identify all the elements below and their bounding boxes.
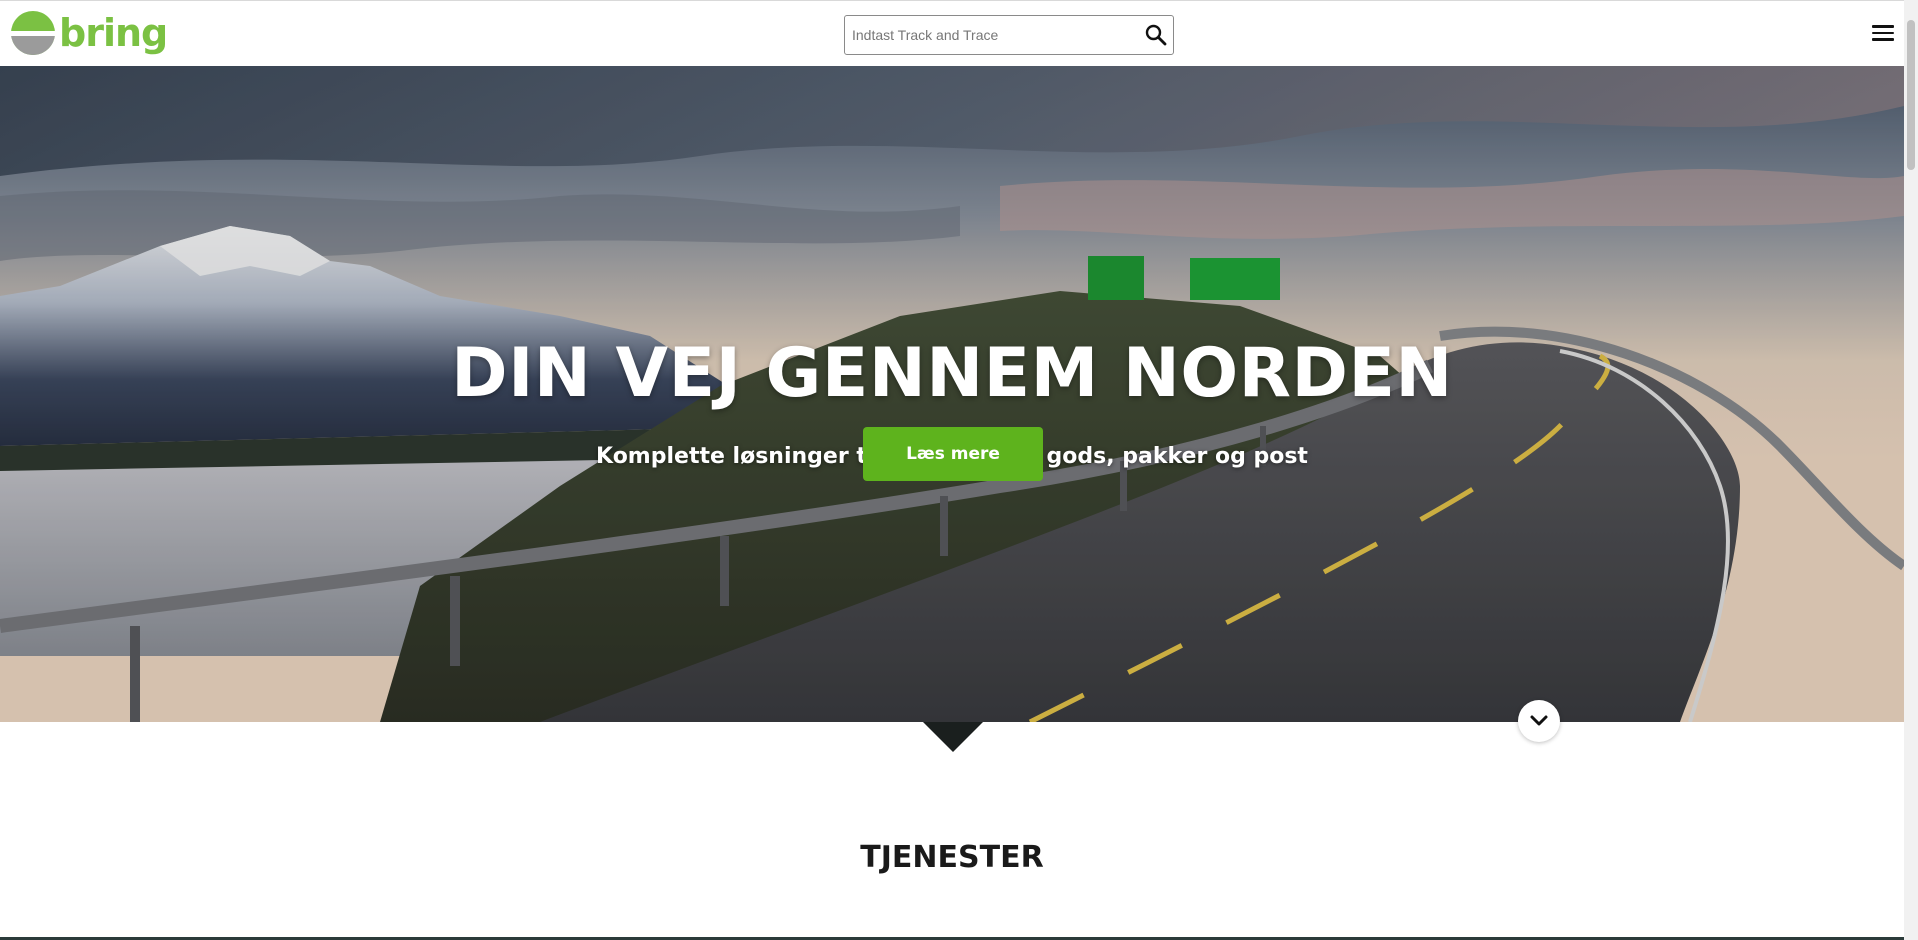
search-button[interactable]: [1143, 22, 1169, 48]
page-scrollbar[interactable]: [1904, 0, 1918, 940]
hero-pointer-arrow: [923, 722, 983, 752]
logo-wordmark: bring: [59, 11, 168, 55]
search-icon: [1145, 24, 1167, 46]
bring-logo[interactable]: bring: [9, 9, 168, 61]
track-and-trace-search: [844, 15, 1174, 55]
hero-title: DIN VEJ GENNEM NORDEN: [451, 334, 1453, 413]
hamburger-menu-icon[interactable]: [1872, 25, 1894, 45]
read-more-button[interactable]: Læs mere: [863, 427, 1043, 481]
logo-mark-icon: [9, 9, 57, 57]
chevron-down-icon: [1530, 715, 1548, 726]
top-header: bring: [0, 0, 1904, 66]
scroll-down-button[interactable]: [1518, 700, 1560, 742]
hero-banner: DIN VEJ GENNEM NORDEN Komplette løsninge…: [0, 66, 1904, 722]
services-section-title: TJENESTER: [860, 840, 1044, 875]
scrollbar-thumb[interactable]: [1907, 20, 1915, 170]
track-and-trace-input[interactable]: [846, 17, 1138, 53]
